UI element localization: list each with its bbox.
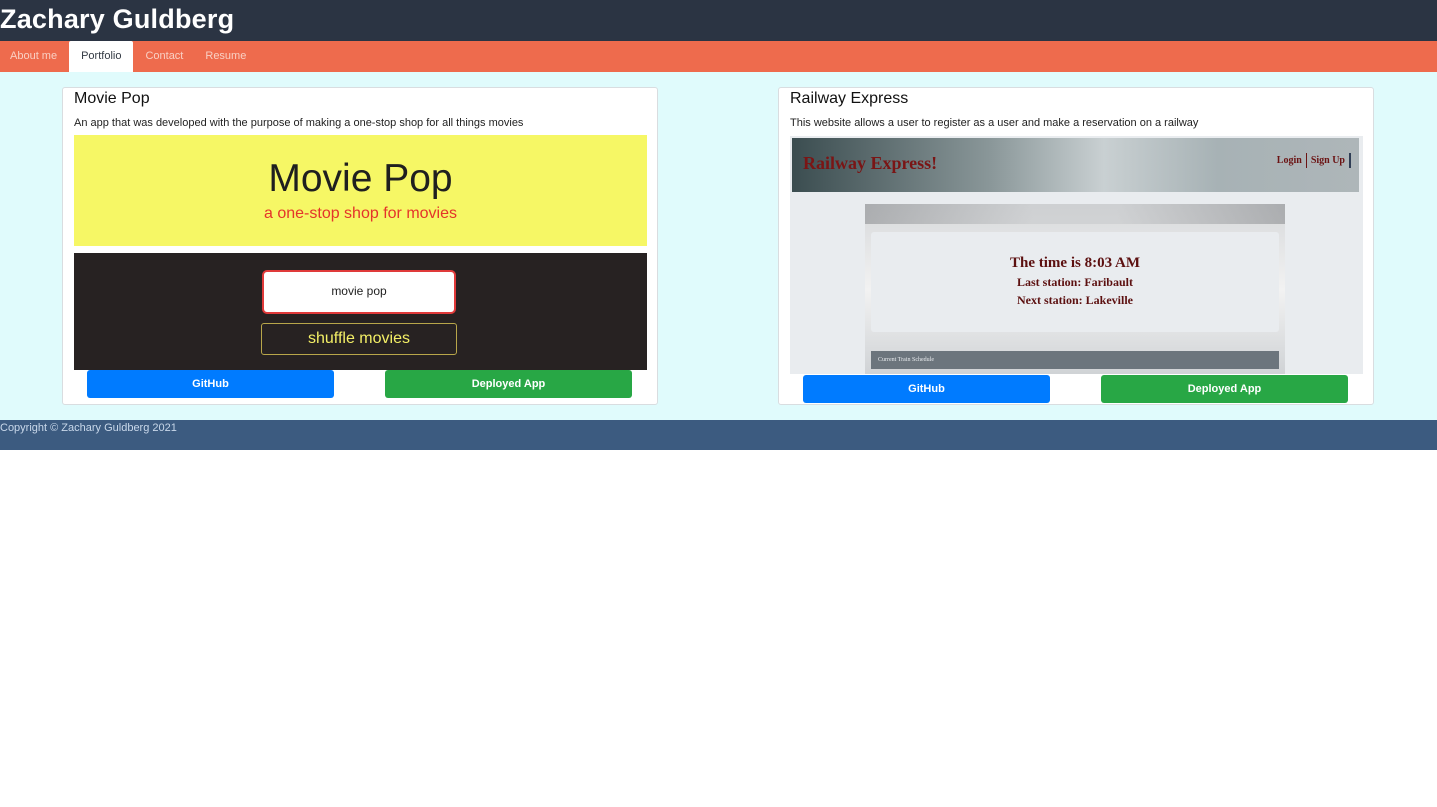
project-title: Movie Pop: [74, 90, 150, 107]
project-description: This website allows a user to register a…: [790, 117, 1199, 129]
railway-time: The time is 8:03 AM: [1010, 255, 1140, 271]
site-footer: Copyright © Zachary Guldberg 2021: [0, 420, 1437, 450]
copyright-text: Copyright © Zachary Guldberg 2021: [0, 422, 177, 434]
github-button[interactable]: GitHub: [87, 370, 334, 398]
railway-auth-links: Login Sign Up: [1273, 153, 1351, 168]
deployed-app-button[interactable]: Deployed App: [1101, 375, 1348, 403]
github-button[interactable]: GitHub: [803, 375, 1050, 403]
railway-clock-panel: The time is 8:03 AM Last station: Fariba…: [871, 232, 1279, 332]
project-description: An app that was developed with the purpo…: [74, 117, 524, 129]
project-screenshot: Railway Express! Login Sign Up The time i…: [790, 136, 1363, 374]
railway-login-link: Login: [1276, 155, 1302, 166]
project-card-railway-express: Railway Express This website allows a us…: [778, 87, 1374, 405]
project-title: Railway Express: [790, 90, 909, 107]
nav-bar: About me Portfolio Contact Resume: [0, 41, 1437, 72]
deployed-app-button[interactable]: Deployed App: [385, 370, 632, 398]
tab-resume[interactable]: Resume: [195, 41, 256, 72]
movie-pop-search-box: movie pop: [262, 270, 456, 314]
project-card-movie-pop: Movie Pop An app that was developed with…: [62, 87, 658, 405]
railway-signup-link: Sign Up: [1305, 153, 1351, 168]
railway-last-station: Last station: Faribault: [1016, 275, 1133, 289]
tab-contact[interactable]: Contact: [135, 41, 193, 72]
movie-pop-logo-text: Movie Pop: [268, 157, 453, 200]
portfolio-section: Movie Pop An app that was developed with…: [0, 72, 1437, 420]
railway-brand: Railway Express!: [803, 153, 938, 173]
railway-next-station: Next station: Lakeville: [1017, 293, 1133, 307]
site-header: Zachary Guldberg: [0, 0, 1437, 41]
project-screenshot-top: Movie Pop a one-stop shop for movies: [74, 135, 647, 246]
movie-pop-shuffle-button: shuffle movies: [261, 323, 457, 355]
railway-schedule-header: Current Train Schedule: [871, 351, 1279, 369]
project-screenshot-bottom: movie pop shuffle movies: [74, 253, 647, 370]
tab-portfolio[interactable]: Portfolio: [69, 41, 134, 72]
railway-banner: Railway Express! Login Sign Up: [792, 138, 1359, 192]
tab-about-me[interactable]: About me: [0, 41, 67, 72]
site-title: Zachary Guldberg: [0, 4, 235, 34]
movie-pop-tagline: a one-stop shop for movies: [264, 205, 457, 222]
